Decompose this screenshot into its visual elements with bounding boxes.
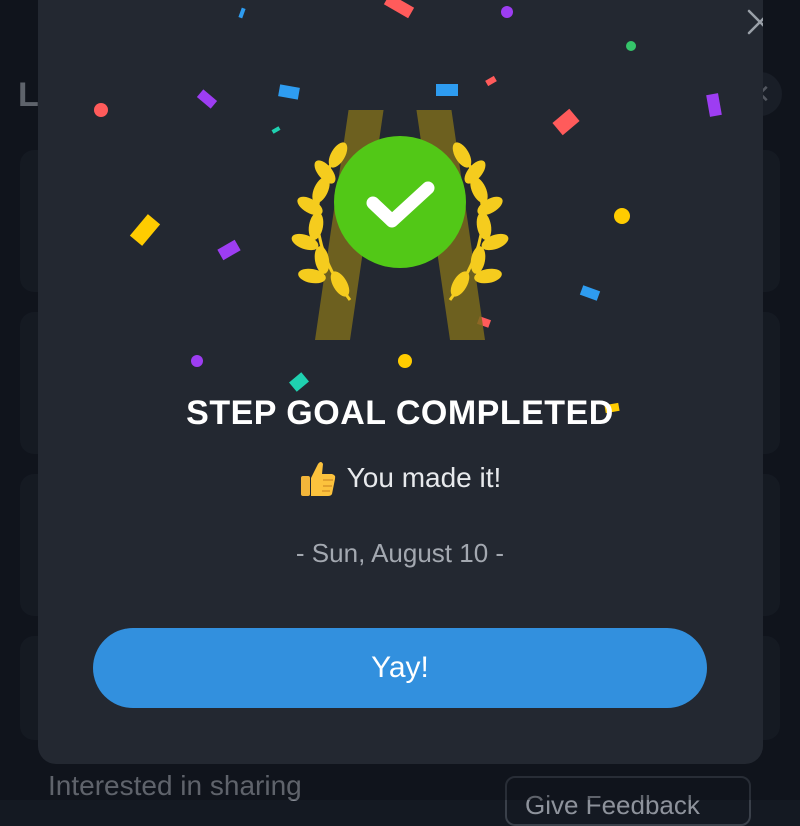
thumbs-up-icon: [300, 462, 335, 496]
goal-date: - Sun, August 10 -: [295, 538, 505, 568]
subtitle-row: You made it!: [38, 458, 763, 498]
modal-subtitle: You made it!: [346, 462, 502, 493]
checkmark-laurel-icon: [291, 110, 509, 340]
goal-completed-modal: STEP GOAL COMPLETED You made it! - Sun, …: [38, 0, 763, 764]
close-icon[interactable]: [738, 0, 763, 44]
modal-title: STEP GOAL COMPLETED: [186, 394, 614, 432]
yay-button[interactable]: Yay!: [93, 628, 707, 708]
